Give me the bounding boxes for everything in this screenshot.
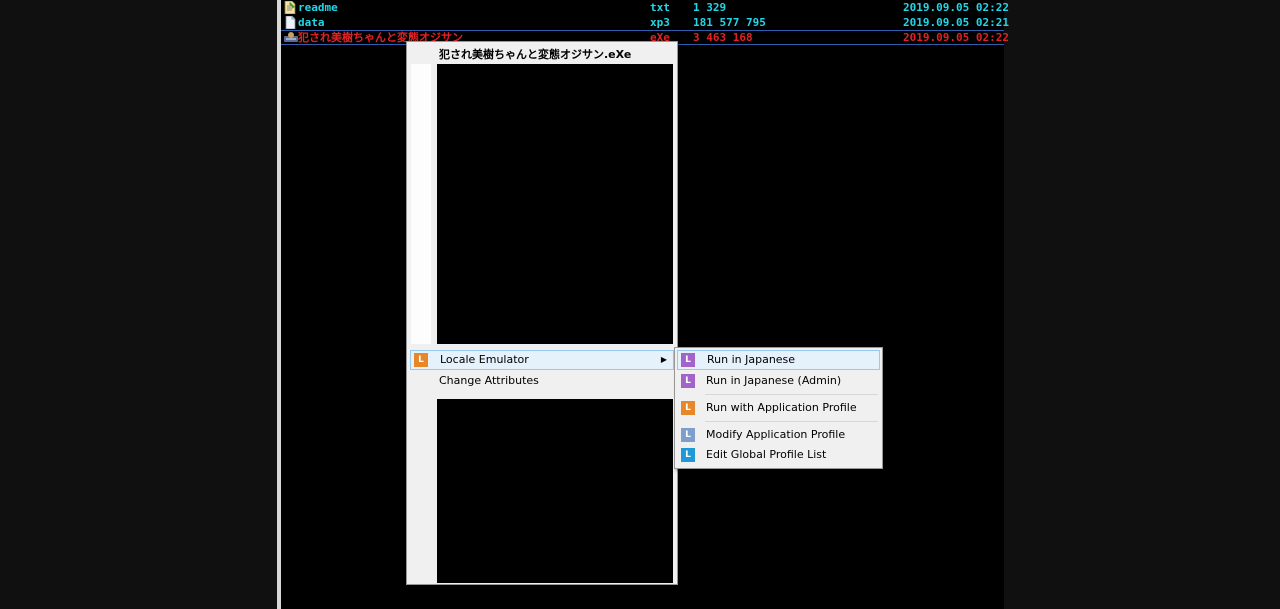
submenu-item-run-in-japanese[interactable]: L Run in Japanese	[677, 350, 880, 370]
locale-emulator-icon: L	[414, 353, 428, 367]
menu-item-label: Locale Emulator	[440, 353, 529, 366]
submenu-item-edit-global-profile-list[interactable]: L Edit Global Profile List	[677, 445, 880, 465]
file-row[interactable]: readme txt 1 329 2019.09.05 02:22	[281, 0, 1009, 15]
preview-area-bottom	[437, 399, 673, 583]
menu-item-change-attributes[interactable]: Change Attributes	[410, 371, 674, 391]
context-menu[interactable]: 犯され美樹ちゃんと変態オジサン.eXe L Locale Emulator ▶ …	[406, 41, 678, 585]
file-date: 2019.09.05 02:21	[903, 16, 1009, 29]
locale-emulator-icon: L	[681, 353, 695, 367]
submenu-item-run-with-application-profile[interactable]: L Run with Application Profile	[677, 398, 880, 418]
submenu-item-run-in-japanese-admin[interactable]: L Run in Japanese (Admin)	[677, 371, 880, 391]
locale-emulator-icon: L	[681, 428, 695, 442]
file-size: 181 577 795	[693, 16, 766, 29]
executable-icon	[284, 31, 298, 44]
menu-separator	[705, 394, 878, 395]
right-empty-pane	[1004, 0, 1280, 609]
file-size: 3 463 168	[693, 31, 753, 44]
menu-gutter-highlight	[411, 64, 431, 344]
file-name: data	[298, 16, 325, 29]
file-name: readme	[298, 1, 338, 14]
locale-emulator-submenu[interactable]: L Run in Japanese L Run in Japanese (Adm…	[674, 347, 883, 469]
preview-area-top	[437, 64, 673, 344]
menu-separator	[705, 421, 878, 422]
menu-item-label: Change Attributes	[439, 374, 539, 387]
locale-emulator-icon: L	[681, 401, 695, 415]
generic-file-icon	[284, 15, 296, 30]
file-date: 2019.09.05 02:22	[903, 1, 1009, 14]
menu-item-locale-emulator[interactable]: L Locale Emulator ▶	[410, 350, 674, 370]
submenu-item-modify-application-profile[interactable]: L Modify Application Profile	[677, 425, 880, 445]
submenu-item-label: Run in Japanese (Admin)	[706, 374, 842, 387]
submenu-item-label: Run with Application Profile	[706, 401, 857, 414]
submenu-arrow-icon: ▶	[660, 355, 667, 364]
context-menu-title: 犯され美樹ちゃんと変態オジサン.eXe	[439, 48, 632, 61]
file-date: 2019.09.05 02:22	[903, 31, 1009, 44]
file-size: 1 329	[693, 1, 727, 14]
submenu-item-label: Edit Global Profile List	[706, 448, 827, 461]
file-ext: xp3	[650, 16, 670, 29]
left-empty-pane	[0, 0, 277, 609]
file-ext: txt	[650, 1, 670, 14]
locale-emulator-icon: L	[681, 448, 695, 462]
file-row[interactable]: data xp3 181 577 795 2019.09.05 02:21	[281, 15, 1009, 30]
submenu-item-label: Modify Application Profile	[706, 428, 846, 441]
text-file-icon	[284, 0, 296, 15]
submenu-item-label: Run in Japanese	[707, 353, 796, 366]
locale-emulator-icon: L	[681, 374, 695, 388]
